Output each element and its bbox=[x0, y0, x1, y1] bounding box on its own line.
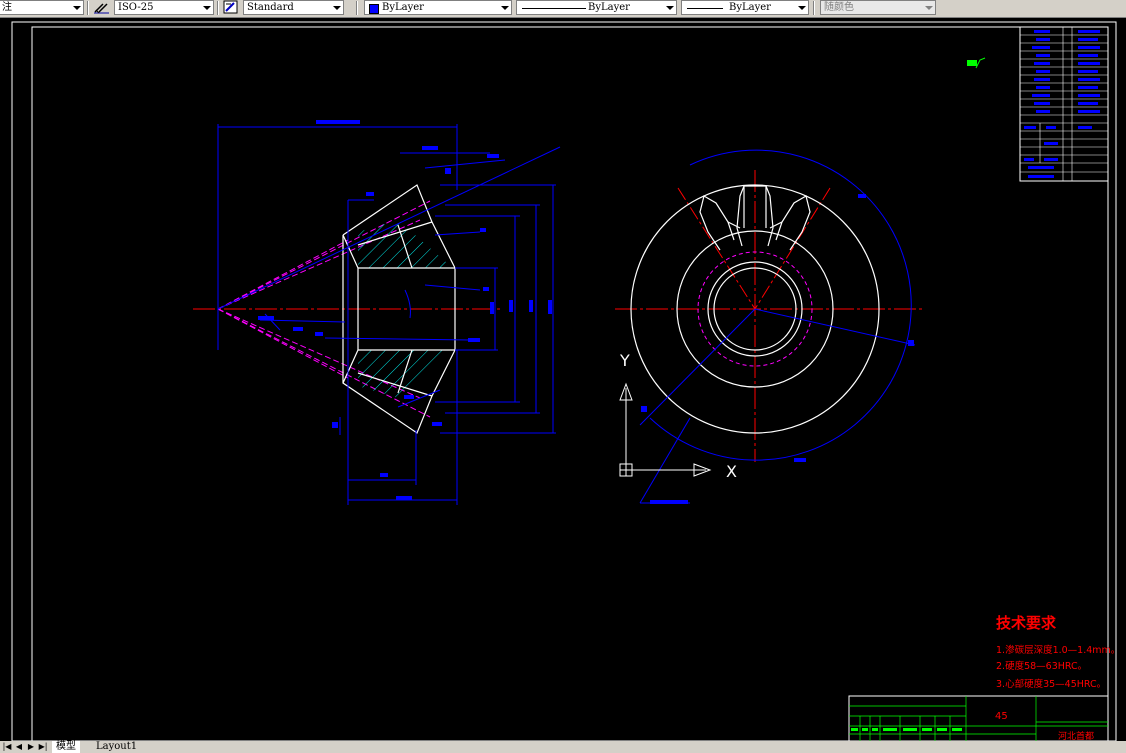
text-style-value: Standard bbox=[247, 2, 294, 13]
lineweight-preview-icon bbox=[687, 8, 723, 9]
prev-tab-icon[interactable]: ◀ bbox=[14, 742, 24, 752]
lower-hatch bbox=[358, 350, 455, 398]
chevron-down-icon bbox=[73, 6, 81, 10]
roughness-symbol bbox=[967, 57, 986, 69]
lineweight-combo-value: ByLayer bbox=[729, 2, 771, 13]
toolbar-separator bbox=[356, 1, 358, 15]
chevron-down-icon bbox=[501, 6, 509, 10]
toolbar-separator bbox=[87, 1, 89, 15]
properties-toolbar: 注 ISO-25 Standard ByLayer ByLayer ByLaye… bbox=[0, 0, 1126, 18]
drawing-svg: Y X 技术要求 1.渗碳层深度1.0—1.4mm。 2.硬度58—63HRC。… bbox=[11, 21, 1120, 741]
linetype-preview-icon bbox=[522, 8, 586, 9]
plot-style-value: 随颜色 bbox=[824, 2, 854, 13]
toolbar-separator bbox=[217, 1, 219, 15]
dimension-style-icon[interactable] bbox=[93, 0, 111, 15]
text-style-icon[interactable] bbox=[222, 0, 240, 15]
section-dim-text-marks bbox=[258, 120, 552, 500]
annotation-combo-value: 注 bbox=[2, 2, 12, 13]
title-block-unit: 河北首都 bbox=[1058, 730, 1094, 741]
color-combo[interactable]: ByLayer bbox=[364, 0, 512, 15]
color-swatch-icon bbox=[369, 4, 379, 14]
chevron-down-icon bbox=[925, 6, 933, 10]
upper-hatch bbox=[358, 220, 455, 270]
next-tab-icon[interactable]: ▶ bbox=[26, 742, 36, 752]
dimension-style-value: ISO-25 bbox=[118, 2, 154, 13]
lineweight-combo[interactable]: ByLayer bbox=[681, 0, 809, 15]
chevron-down-icon bbox=[203, 6, 211, 10]
plot-style-combo[interactable]: 随颜色 bbox=[820, 0, 936, 15]
tech-req-title: 技术要求 bbox=[996, 614, 1057, 632]
chevron-down-icon bbox=[666, 6, 674, 10]
annotation-combo[interactable]: 注 bbox=[0, 0, 84, 15]
inner-drawing-frame bbox=[31, 26, 1109, 741]
tab-layout1[interactable]: Layout1 bbox=[92, 741, 141, 753]
linetype-combo[interactable]: ByLayer bbox=[516, 0, 677, 15]
ucs-y-label: Y bbox=[619, 351, 630, 370]
tech-req-item-2: 2.硬度58—63HRC。 bbox=[996, 660, 1087, 672]
text-style-combo[interactable]: Standard bbox=[243, 0, 344, 15]
drawing-canvas[interactable]: Y X 技术要求 1.渗碳层深度1.0—1.4mm。 2.硬度58—63HRC。… bbox=[0, 18, 1126, 741]
color-combo-value: ByLayer bbox=[382, 2, 424, 13]
gear-parameter-table bbox=[1019, 26, 1109, 182]
first-tab-icon[interactable]: |◀ bbox=[2, 742, 12, 752]
linetype-combo-value: ByLayer bbox=[588, 2, 630, 13]
tech-req-item-1: 1.渗碳层深度1.0—1.4mm。 bbox=[996, 644, 1120, 656]
front-view bbox=[615, 149, 925, 504]
layout-tab-bar: |◀ ◀ ▶ ▶| 模型 Layout1 bbox=[0, 741, 1126, 753]
title-block: 45 河北首都 bbox=[848, 695, 1109, 741]
outer-sheet-frame bbox=[11, 21, 1117, 741]
last-tab-icon[interactable]: ▶| bbox=[38, 742, 48, 752]
dimension-style-combo[interactable]: ISO-25 bbox=[114, 0, 214, 15]
chevron-down-icon bbox=[333, 6, 341, 10]
title-block-material: 45 bbox=[995, 711, 1008, 722]
chevron-down-icon bbox=[798, 6, 806, 10]
section-view bbox=[193, 120, 561, 505]
toolbar-separator bbox=[813, 1, 815, 15]
tech-req-item-3: 3.心部硬度35—45HRC。 bbox=[996, 678, 1106, 690]
front-dim-text-marks bbox=[641, 194, 914, 504]
ucs-x-label: X bbox=[726, 462, 737, 481]
technical-requirements: 技术要求 1.渗碳层深度1.0—1.4mm。 2.硬度58—63HRC。 3.心… bbox=[996, 614, 1120, 690]
tab-model[interactable]: 模型 bbox=[52, 741, 80, 753]
section-dimensions bbox=[217, 124, 561, 505]
